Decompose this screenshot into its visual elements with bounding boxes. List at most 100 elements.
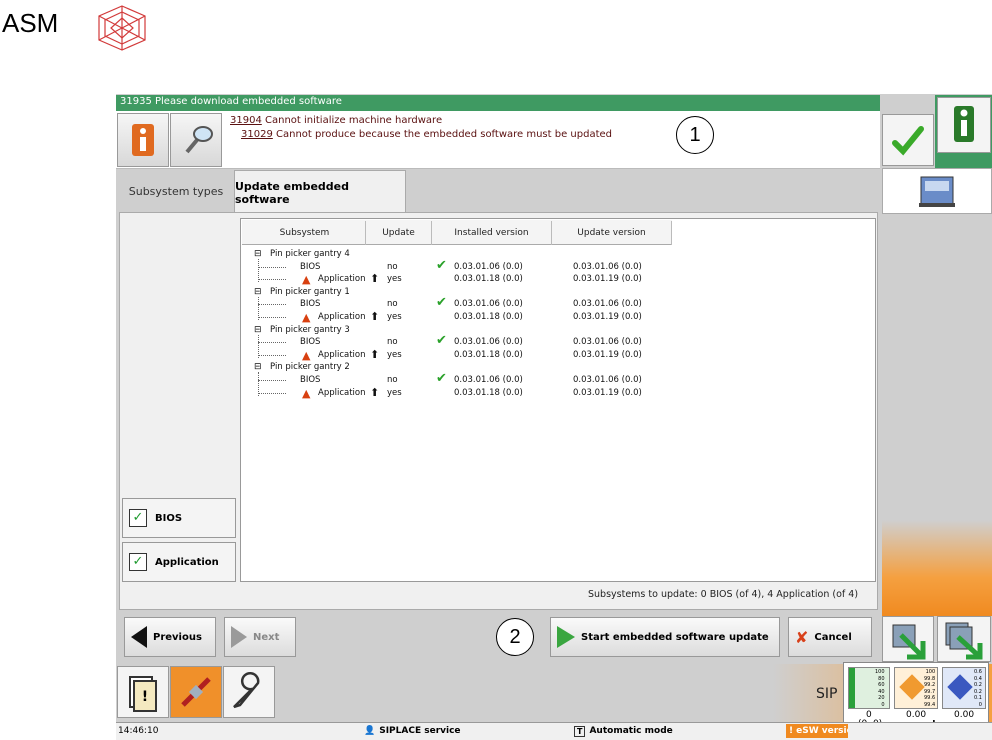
connection-button[interactable] (170, 666, 222, 718)
status-service[interactable]: 👤 SIPLACE service (364, 724, 564, 738)
acknowledge-button[interactable] (882, 114, 934, 166)
gauge-1-bar (849, 668, 855, 708)
download-all-button[interactable] (937, 616, 991, 662)
table-row-installed: 0.03.01.18 (0.0) (454, 312, 523, 322)
update-arrow-icon: ⬆ (370, 347, 380, 361)
right-orange-panel (882, 520, 992, 616)
table-row-target: 0.03.01.19 (0.0) (573, 312, 642, 322)
table-row-target: 0.03.01.19 (0.0) (573, 387, 642, 398)
table-row-installed: 0.03.01.06 (0.0) (454, 337, 523, 348)
table-group-name[interactable]: Pin picker gantry 1 (270, 287, 350, 297)
table-row-name[interactable]: BIOS (300, 262, 320, 272)
gauge-3-tick: 0.2 (974, 682, 982, 688)
warning-icon: ▲ (302, 348, 311, 362)
update-arrow-icon: ⬆ (370, 385, 380, 399)
status-mode[interactable]: T Automatic mode (574, 724, 774, 738)
status-mode-label: Automatic mode (589, 726, 673, 736)
start-update-label: Start embedded software update (581, 631, 769, 643)
table-row-name[interactable]: Application (318, 388, 366, 398)
warning-icon: ▲ (302, 311, 311, 324)
tree-collapse-icon[interactable]: ⊟ (254, 249, 262, 259)
subsystem-table[interactable] (240, 218, 876, 582)
table-row-update: no (387, 299, 398, 310)
gauge-2-tick: 99.6 (924, 695, 936, 701)
table-row-name[interactable]: Application (318, 274, 366, 284)
tree-connector (258, 354, 286, 356)
table-row-name[interactable]: Application (318, 350, 366, 360)
info-button[interactable] (117, 113, 169, 167)
tree-connector (258, 279, 286, 281)
info-icon (132, 124, 154, 156)
tree-connector (258, 266, 286, 268)
tree-connector (258, 392, 286, 394)
update-arrow-icon: ⬆ (370, 272, 380, 286)
cancel-x-icon: ✘ (795, 627, 809, 647)
machine-icon (919, 176, 955, 207)
bios-filter-label: BIOS (155, 512, 183, 524)
next-label: Next (253, 631, 280, 643)
column-update-version[interactable]: Update version (552, 221, 672, 245)
update-summary: Subsystems to update: 0 BIOS (of 4), 4 A… (588, 589, 859, 600)
component-diamond-icon (947, 674, 973, 700)
table-group-name[interactable]: Pin picker gantry 2 (270, 362, 350, 372)
tree-connector (258, 342, 286, 344)
table-row-update: yes (387, 274, 402, 285)
alert-icon: ! (789, 726, 794, 736)
info-large-button[interactable] (937, 97, 991, 153)
documents-button[interactable]: ! (117, 666, 169, 718)
check-icon: ✔ (436, 257, 447, 273)
plug-icon (181, 677, 211, 707)
table-group-name[interactable]: Pin picker gantry 4 (270, 249, 350, 259)
tree-collapse-icon[interactable]: ⊟ (254, 362, 262, 372)
table-row-installed: 0.03.01.18 (0.0) (454, 387, 523, 398)
table-row-name[interactable]: BIOS (300, 299, 320, 309)
check-icon: ✔ (436, 333, 447, 349)
previous-label: Previous (153, 631, 202, 643)
next-button[interactable]: Next (224, 617, 296, 657)
asm-logo-icon (98, 5, 146, 51)
table-row-target: 0.03.01.06 (0.0) (573, 261, 642, 272)
column-update[interactable]: Update (366, 221, 432, 245)
table-row-name[interactable]: Application (318, 312, 366, 322)
arrow-left-icon (131, 626, 147, 648)
start-update-button[interactable]: Start embedded software update (550, 617, 780, 657)
table-group-name[interactable]: Pin picker gantry 3 (270, 325, 350, 335)
gauge-3-tick: 0 (978, 701, 982, 708)
tree-collapse-icon[interactable]: ⊟ (254, 287, 262, 297)
play-icon (557, 626, 575, 648)
message-1-code[interactable]: 31904 (230, 115, 262, 126)
check-icon: ✔ (436, 371, 447, 386)
status-alert[interactable]: !eSW version check failed (786, 724, 848, 738)
tab-update-embedded-software[interactable]: Update embedded software (234, 170, 406, 214)
tab-subsystem-types[interactable]: Subsystem types (119, 176, 233, 206)
table-row-name[interactable]: BIOS (300, 337, 320, 347)
previous-button[interactable]: Previous (124, 617, 216, 657)
cancel-button[interactable]: ✘ Cancel (788, 617, 872, 657)
column-subsystem[interactable]: Subsystem (244, 221, 366, 245)
table-row-target: 0.03.01.19 (0.0) (573, 274, 642, 285)
table-row-target: 0.03.01.19 (0.0) (573, 349, 642, 360)
status-time: 14:46:10 (118, 726, 159, 736)
status-service-label: SIPLACE service (379, 726, 461, 736)
wrench-icon (233, 671, 260, 709)
gauge-2-tick: 100 (925, 669, 936, 675)
message-2[interactable]: 31029 Cannot produce because the embedde… (241, 129, 612, 140)
service-tools-button[interactable] (223, 666, 275, 718)
table-row-name[interactable]: BIOS (300, 375, 320, 385)
bios-filter-checkbox[interactable]: ✓ BIOS (122, 498, 236, 538)
table-row-target: 0.03.01.06 (0.0) (573, 299, 642, 310)
machine-view-button[interactable] (882, 168, 992, 214)
tree-collapse-icon[interactable]: ⊟ (254, 325, 262, 335)
application-filter-checkbox[interactable]: ✓ Application (122, 542, 236, 582)
checkmark-icon (892, 126, 924, 156)
table-row-installed: 0.03.01.06 (0.0) (454, 261, 523, 272)
magnifier-button[interactable] (170, 113, 222, 167)
gauge-3-tick: 0.1 (974, 695, 982, 701)
message-1[interactable]: 31904 Cannot initialize machine hardware (230, 115, 442, 126)
table-row-update: yes (387, 387, 402, 398)
message-2-code[interactable]: 31029 (241, 129, 273, 140)
table-row-update: no (387, 261, 398, 272)
column-installed-version[interactable]: Installed version (432, 221, 552, 245)
table-row-installed: 0.03.01.06 (0.0) (454, 375, 523, 385)
download-button[interactable] (882, 616, 934, 662)
